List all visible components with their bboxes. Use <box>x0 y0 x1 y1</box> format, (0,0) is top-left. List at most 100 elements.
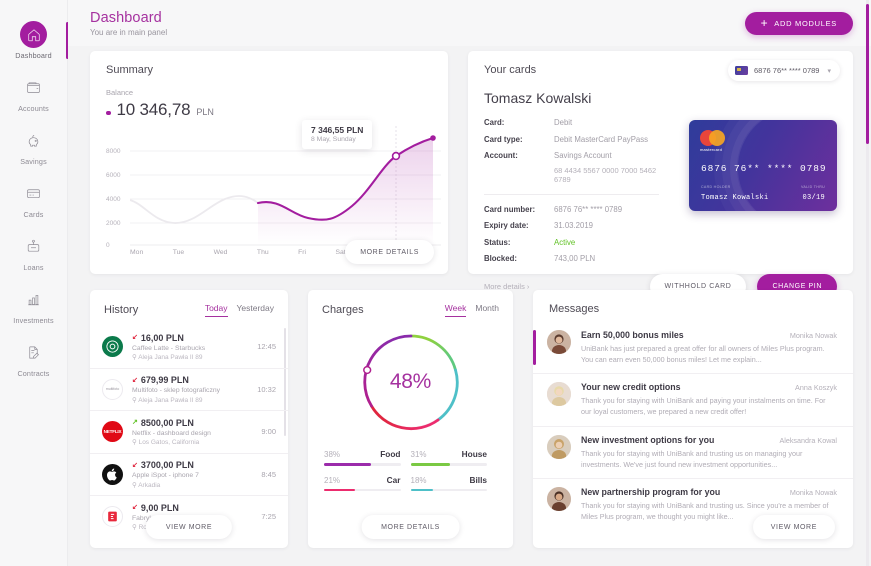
sidebar-item-dashboard[interactable]: Dashboard <box>0 14 69 67</box>
transaction-time: 12:45 <box>257 342 276 352</box>
card-holder-name: Tomasz Kowalski <box>484 90 592 106</box>
tab-today[interactable]: Today <box>204 303 228 317</box>
list-item[interactable]: Your new credit options Anna Koszyk Than… <box>533 374 853 427</box>
credit-card-icon <box>21 181 47 207</box>
table-row[interactable]: ↙ 3700,00 PLN Apple iSpot - iphone 7 ⚲ Ar… <box>90 454 288 496</box>
messages-list: Earn 50,000 bonus miles Monika Nowak Uni… <box>533 322 853 530</box>
legend-bar <box>410 488 487 491</box>
apple-logo-icon <box>102 463 123 485</box>
transaction-time: 7:25 <box>261 512 276 522</box>
transaction-location: ⚲ Los Gatos, California <box>132 439 200 446</box>
sidebar-item-savings[interactable]: Savings <box>0 120 68 173</box>
tooltip-value: 7 346,55 PLN <box>311 125 364 135</box>
history-panel: History Today Yesterday ↙ 16,00 PLN Caff… <box>90 290 288 548</box>
sidebar-item-contracts[interactable]: Contracts <box>0 332 68 385</box>
tooltip-date: 8 May, Sunday <box>311 136 356 143</box>
sidebar-item-accounts[interactable]: Accounts <box>0 67 68 120</box>
message-title: New partnership program for you <box>581 486 721 497</box>
field-value: 6876 76** **** 0789 <box>554 204 623 214</box>
legend-bar <box>324 463 401 466</box>
message-sender: Aleksandra Kowal <box>779 435 837 445</box>
add-modules-button[interactable]: + ADD MODULES <box>744 11 853 35</box>
summary-title: Summary <box>106 64 154 76</box>
card-field-row: Card type: Debit MasterCard PayPass <box>484 135 674 144</box>
field-key: Card number: <box>484 204 536 214</box>
wallet-icon <box>21 75 47 101</box>
tab-week[interactable]: Week <box>444 303 467 317</box>
legend-pct: 38% <box>324 450 341 459</box>
sidebar-item-label: Accounts <box>18 103 49 113</box>
transaction-info: ↙ 16,00 PLN Caffee Latte - Starbucks ⚲ Al… <box>132 333 253 362</box>
legend-name: Bills <box>469 474 487 485</box>
summary-panel: Summary Balance 10 346,78 PLN 7 346,55 P… <box>90 51 448 274</box>
card-details-body: Card: Debit Card type: Debit MasterCard … <box>484 118 837 271</box>
table-row[interactable]: NETFLIX ↗ 8500,00 PLN Netflix - dashboard… <box>90 411 288 454</box>
credit-card-visual: mastercard 6876 76** **** 0789 CARD HOLD… <box>689 120 837 211</box>
mini-card-icon <box>735 66 748 75</box>
x-tick: Thu <box>256 249 269 256</box>
charges-tabs: Week Month <box>444 303 499 317</box>
card-selector-value: 6876 76** **** 0789 <box>754 66 820 75</box>
card-field-row: Card number: 6876 76** **** 0789 <box>484 205 674 214</box>
field-key: Account: <box>484 151 518 160</box>
document-edit-icon <box>21 340 47 366</box>
table-row[interactable]: multifoto ↙ 679,99 PLN Multifoto - sklep … <box>90 369 288 411</box>
sidebar-item-investments[interactable]: Investments <box>0 279 68 332</box>
legend-bar <box>410 463 487 466</box>
sidebar-item-cards[interactable]: Cards <box>0 173 68 226</box>
your-cards-panel: Your cards 6876 76** **** 0789 ▾ Tomasz … <box>468 51 853 299</box>
balance-label: Balance <box>106 88 134 97</box>
message-text: Thank you for staying with UniBank and t… <box>581 448 803 469</box>
transaction-info: ↙ 3700,00 PLN Apple iSpot - iphone 7 ⚲ Ar… <box>132 460 257 489</box>
page-scrollbar-thumb[interactable] <box>866 4 869 144</box>
field-value: 31.03.2019 <box>554 221 594 230</box>
tab-month[interactable]: Month <box>475 303 499 317</box>
card-field-row: Blocked: 743,00 PLN <box>484 254 674 263</box>
transaction-time: 10:32 <box>257 384 276 394</box>
balance-value: 10 346,78 <box>116 100 191 119</box>
charges-legend: 38% Food 31% House 21% Car 18% Bills <box>322 449 499 500</box>
transaction-info: ↗ 8500,00 PLN Netflix - dashboard design … <box>132 418 257 447</box>
card-holder-label: CARD HOLDER <box>701 185 731 189</box>
list-item[interactable]: Earn 50,000 bonus miles Monika Nowak Uni… <box>533 322 853 375</box>
sidebar-item-label: Investments <box>13 315 54 325</box>
app-root: Dashboard Accounts Savings Cards Loans I… <box>0 0 871 566</box>
transaction-amount: ↙ 3700,00 PLN <box>132 460 194 470</box>
card-field-row: Card: Debit <box>484 118 674 127</box>
balance-dot-icon <box>106 110 111 115</box>
details-divider <box>484 193 659 195</box>
avatar <box>547 434 571 459</box>
summary-more-details-button[interactable]: MORE DETAILS <box>345 240 434 264</box>
x-tick: Sat <box>335 249 346 256</box>
card-holder-value: Tomasz Kowalski <box>701 194 769 202</box>
plus-icon: + <box>760 16 769 30</box>
y-tick-6000: 6000 <box>106 172 121 179</box>
legend-pct: 21% <box>324 475 341 485</box>
message-sender: Monika Nowak <box>789 487 837 497</box>
card-field-row: Status: Active <box>484 238 674 247</box>
transaction-amount: ↗ 8500,00 PLN <box>132 417 194 428</box>
history-tabs: Today Yesterday <box>204 303 275 317</box>
card-selector-dropdown[interactable]: 6876 76** **** 0789 ▾ <box>728 60 840 81</box>
sidebar-item-label: Loans <box>23 262 44 272</box>
y-tick-4000: 4000 <box>106 196 121 203</box>
dashboard-content: Summary Balance 10 346,78 PLN 7 346,55 P… <box>68 46 871 566</box>
tab-yesterday[interactable]: Yesterday <box>237 303 275 317</box>
messages-view-more-button[interactable]: VIEW MORE <box>752 515 835 539</box>
message-title: Earn 50,000 bonus miles <box>581 330 684 340</box>
sidebar-item-label: Cards <box>23 209 44 219</box>
table-row[interactable]: ↙ 16,00 PLN Caffee Latte - Starbucks ⚲ Al… <box>90 326 288 369</box>
multifoto-logo-icon: multifoto <box>102 378 123 400</box>
chevron-down-icon: ▾ <box>827 67 831 75</box>
history-view-more-button[interactable]: VIEW MORE <box>145 515 233 539</box>
field-key: Status: <box>484 237 511 247</box>
arrow-out-icon: ↙ <box>132 376 138 384</box>
legend-bar <box>324 488 401 491</box>
sidebar-item-loans[interactable]: Loans <box>0 226 68 279</box>
list-item[interactable]: New investment options for you Aleksandr… <box>533 427 853 479</box>
charges-more-details-button[interactable]: MORE DETAILS <box>361 515 460 539</box>
x-tick: Mon <box>130 249 144 256</box>
message-text: Thank you for staying with UniBank and p… <box>581 396 826 417</box>
donut-center-value: 48% <box>389 370 432 393</box>
legend-item-car: 21% Car <box>324 475 411 491</box>
